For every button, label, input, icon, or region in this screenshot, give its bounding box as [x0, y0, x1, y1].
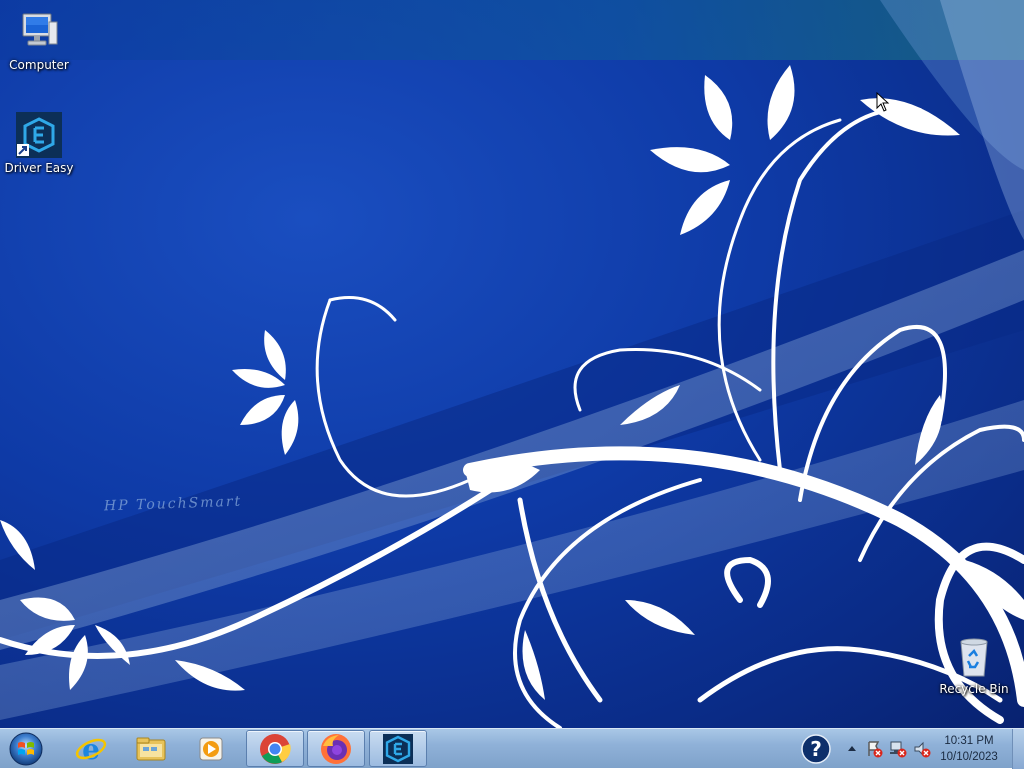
action-center-alert-icon[interactable] — [864, 739, 884, 759]
media-player-icon — [199, 737, 223, 760]
taskbar: e ? 10:31 PM 10/10/2023 — [0, 728, 1024, 769]
taskbar-clock[interactable]: 10:31 PM 10/10/2023 — [934, 733, 1004, 765]
windows-start-icon — [9, 732, 43, 765]
taskbar-media-player[interactable] — [182, 730, 240, 767]
mouse-cursor-icon — [876, 92, 890, 112]
desktop-icon-label: Recycle Bin — [939, 682, 1009, 696]
desktop-icon-label: Driver Easy — [4, 161, 74, 175]
clock-time: 10:31 PM — [944, 735, 994, 747]
volume-muted-icon[interactable] — [912, 739, 932, 759]
file-explorer-icon — [136, 737, 166, 760]
taskbar-internet-explorer[interactable]: e — [62, 730, 120, 767]
computer-icon — [15, 8, 63, 56]
svg-text:?: ? — [810, 737, 822, 761]
taskbar-chrome[interactable] — [246, 730, 304, 767]
desktop-icon-label: Computer — [9, 58, 69, 72]
svg-text:e: e — [82, 733, 100, 766]
desktop-icon-driver-easy[interactable]: Driver Easy — [1, 111, 77, 175]
clock-date: 10/10/2023 — [940, 751, 998, 763]
show-hidden-icons-arrow[interactable] — [842, 739, 862, 759]
help-icon: ? — [801, 734, 831, 764]
show-desktop-button[interactable] — [1012, 729, 1024, 769]
start-button[interactable] — [4, 730, 48, 767]
desktop-icon-recycle-bin[interactable]: Recycle Bin — [936, 632, 1012, 696]
chrome-icon — [260, 733, 291, 764]
internet-explorer-icon: e — [75, 733, 107, 766]
firefox-icon — [321, 733, 351, 764]
taskbar-file-explorer[interactable] — [122, 730, 180, 767]
driver-easy-icon — [15, 111, 63, 159]
desktop[interactable]: HP TouchSmart Computer Driver Easy Recyc… — [0, 0, 1024, 728]
wallpaper — [0, 0, 1024, 728]
recycle-bin-icon — [950, 632, 998, 680]
desktop-icon-computer[interactable]: Computer — [1, 8, 77, 72]
taskbar-driver-easy[interactable] — [369, 730, 427, 767]
network-alert-icon[interactable] — [888, 739, 908, 759]
help-button[interactable]: ? — [800, 733, 832, 765]
taskbar-firefox[interactable] — [307, 730, 365, 767]
driver-easy-icon — [383, 733, 413, 764]
